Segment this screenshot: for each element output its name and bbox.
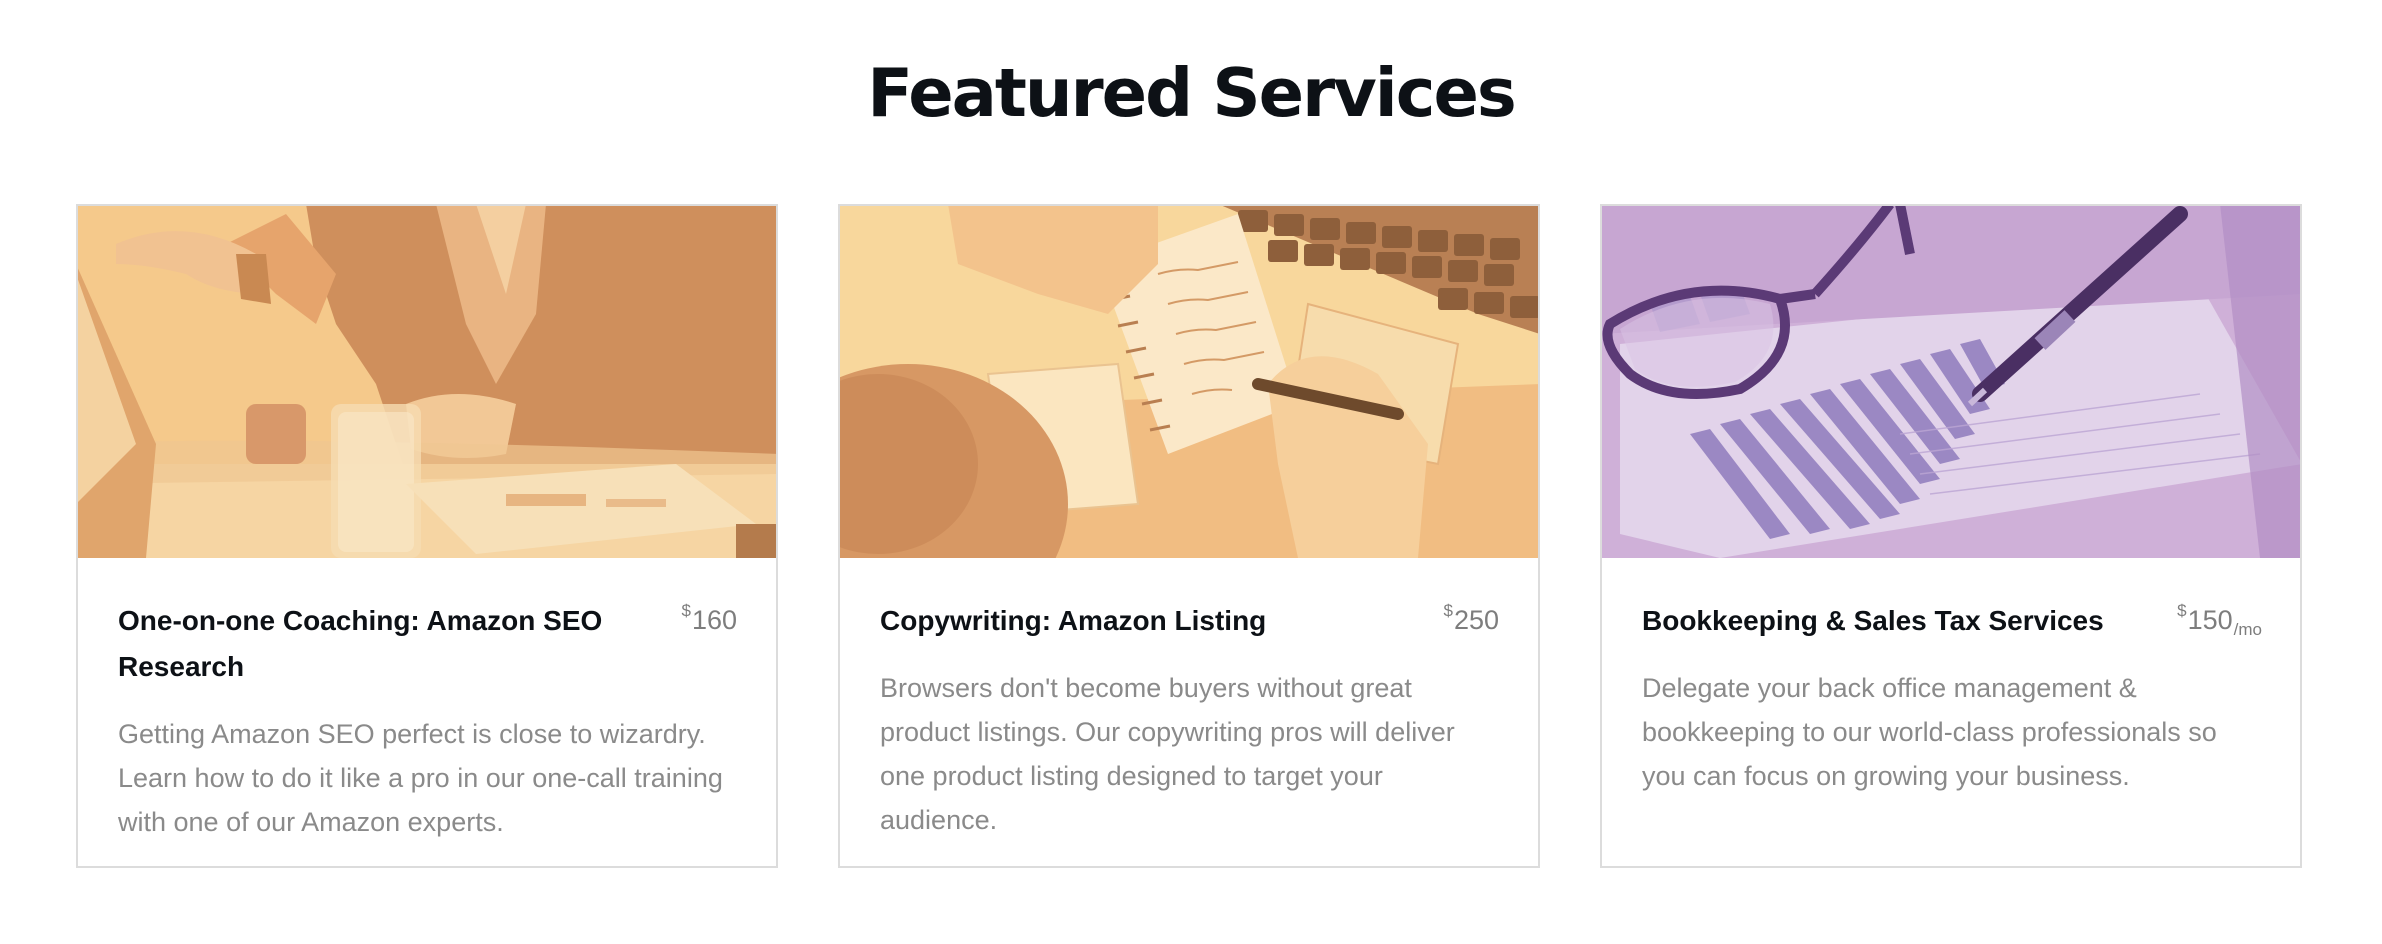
- card-body: Copywriting: Amazon Listing $250 Browser…: [880, 598, 1500, 842]
- price-amount: 150: [2187, 605, 2233, 635]
- price-currency: $: [2177, 601, 2187, 620]
- price-currency: $: [681, 601, 691, 620]
- card-title[interactable]: Copywriting: Amazon Listing: [880, 598, 1420, 644]
- card-price: $250: [1443, 600, 1500, 644]
- card-price: $160: [681, 600, 738, 644]
- section-title: Featured Services: [867, 54, 1517, 132]
- service-card[interactable]: Copywriting: Amazon Listing $250 Browser…: [838, 204, 1540, 868]
- price-currency: $: [1443, 601, 1453, 620]
- card-title[interactable]: One-on-one Coaching: Amazon SEO Research: [118, 598, 658, 690]
- service-card[interactable]: One-on-one Coaching: Amazon SEO Research…: [76, 204, 778, 868]
- glasses-chart-pen-photo[interactable]: [1602, 206, 2300, 558]
- business-meeting-photo[interactable]: [78, 206, 776, 558]
- notebook-writing-photo[interactable]: [840, 206, 1538, 558]
- service-card[interactable]: Bookkeeping & Sales Tax Services $150/mo…: [1600, 204, 2302, 868]
- card-title[interactable]: Bookkeeping & Sales Tax Services: [1642, 598, 2182, 644]
- card-description: Getting Amazon SEO perfect is close to w…: [118, 719, 723, 837]
- card-body: One-on-one Coaching: Amazon SEO Research…: [118, 598, 738, 844]
- price-period: /mo: [2233, 620, 2262, 639]
- price-amount: 250: [1453, 605, 1499, 635]
- card-body: Bookkeeping & Sales Tax Services $150/mo…: [1642, 598, 2262, 798]
- card-description: Delegate your back office management & b…: [1642, 673, 2217, 791]
- card-price: $150/mo: [2177, 600, 2262, 644]
- price-amount: 160: [691, 605, 737, 635]
- card-description: Browsers don't become buyers without gre…: [880, 673, 1455, 835]
